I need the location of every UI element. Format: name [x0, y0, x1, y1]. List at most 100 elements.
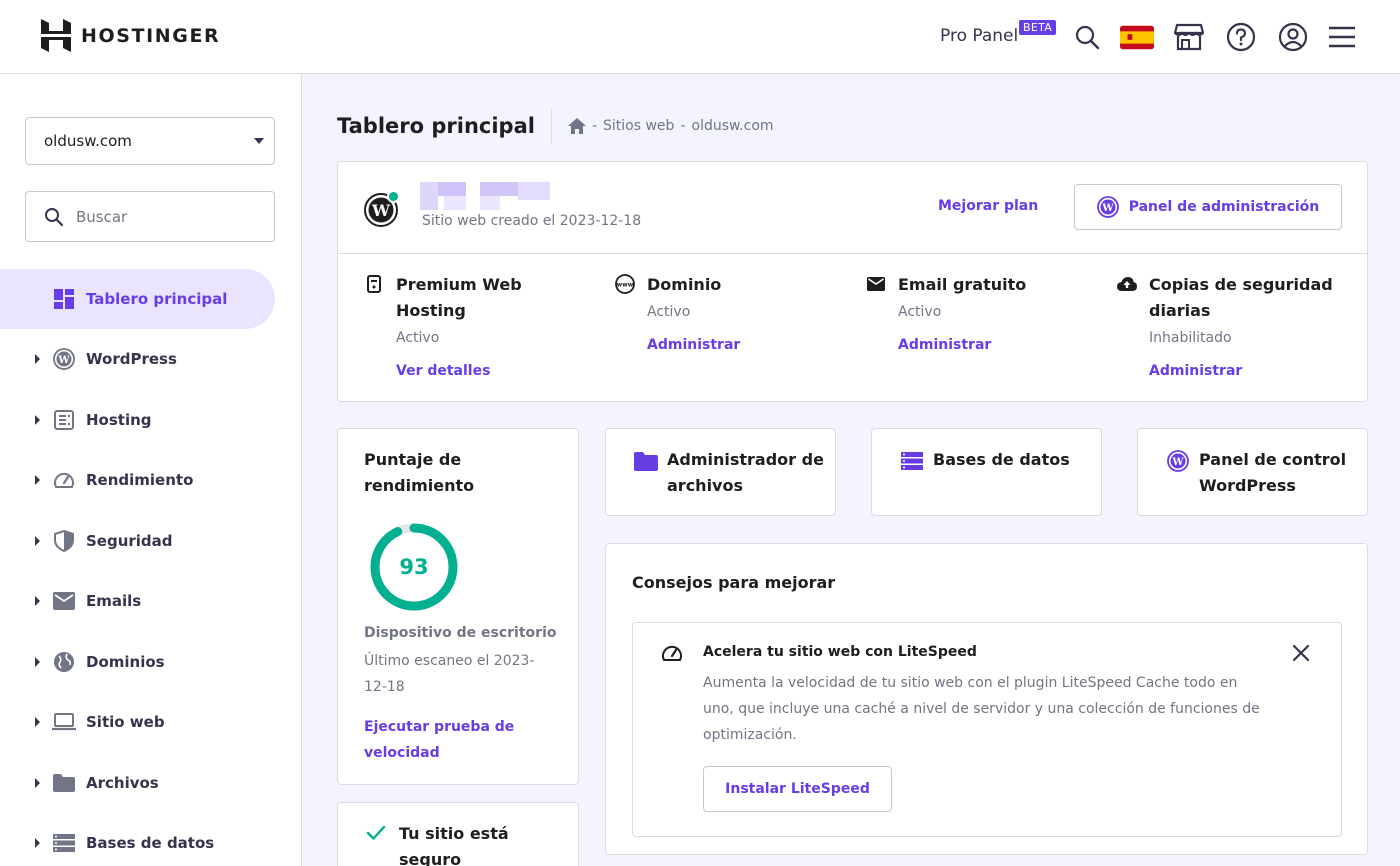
shield-icon	[52, 529, 76, 553]
feature-status: Activo	[647, 304, 691, 320]
blurred-site-name	[420, 182, 550, 210]
sidebar-item-databases[interactable]: Bases de datos	[0, 813, 275, 866]
caret-right-icon	[35, 475, 40, 485]
tile-label: Panel de control WordPress	[1199, 450, 1347, 495]
sidebar-item-dashboard[interactable]: Tablero principal	[0, 269, 275, 329]
search-icon[interactable]	[1070, 20, 1104, 54]
server-icon	[52, 408, 76, 432]
caret-right-icon	[35, 536, 40, 546]
sidebar-item-label: Hosting	[86, 411, 152, 429]
performance-device: Dispositivo de escritorio	[364, 625, 557, 641]
manage-backups-link[interactable]: Administrar	[1149, 363, 1242, 379]
globe-icon	[52, 650, 76, 674]
databases-tile[interactable]: Bases de datos	[871, 428, 1102, 516]
site-overview-card: W Sitio web creado el 2023-12-18 Mejorar…	[337, 161, 1368, 402]
upgrade-plan-link[interactable]: Mejorar plan	[938, 198, 1038, 214]
sidebar-item-website[interactable]: Sitio web	[0, 692, 275, 752]
sidebar-item-performance[interactable]: Rendimiento	[0, 450, 275, 510]
sidebar-item-label: Bases de datos	[86, 834, 215, 852]
run-speed-test-link[interactable]: Ejecutar prueba de velocidad	[364, 714, 554, 766]
help-icon[interactable]	[1224, 20, 1258, 54]
folder-icon	[634, 449, 658, 473]
view-details-link[interactable]: Ver detalles	[396, 363, 490, 379]
hostinger-logo[interactable]: HOSTINGER	[41, 19, 220, 52]
tile-label: Administrador de archivos	[667, 450, 824, 495]
caret-right-icon	[35, 596, 40, 606]
search-input[interactable]	[76, 207, 256, 226]
sidebar-item-label: Emails	[86, 592, 142, 610]
svg-text:W: W	[1171, 457, 1184, 468]
pro-panel-link[interactable]: Pro Panel	[940, 26, 1018, 46]
store-icon[interactable]	[1172, 20, 1206, 54]
sidebar-item-security[interactable]: Seguridad	[0, 511, 275, 571]
svg-text:W: W	[1101, 203, 1114, 214]
wordpress-icon: W	[1166, 449, 1190, 473]
performance-title: Puntaje de rendimiento	[364, 450, 475, 495]
sidebar-item-label: Dominios	[86, 653, 165, 671]
svg-text:W: W	[57, 355, 70, 366]
close-icon[interactable]	[1289, 641, 1313, 665]
search-icon	[45, 207, 64, 226]
site-overview-header: W Sitio web creado el 2023-12-18 Mejorar…	[338, 162, 1367, 254]
performance-card: Puntaje de rendimiento 93 Dispositivo de…	[337, 428, 579, 785]
sidebar-item-files[interactable]: Archivos	[0, 753, 275, 813]
sidebar-search[interactable]	[25, 191, 275, 242]
caret-right-icon	[35, 778, 40, 788]
brand-name: HOSTINGER	[81, 24, 221, 47]
last-scan-date: Último escaneo el 2023-12-18	[364, 653, 535, 695]
tip-description: Aumenta la velocidad de tu sitio web con…	[703, 675, 1260, 743]
site-select[interactable]: oldusw.com	[25, 117, 275, 165]
breadcrumb-separator: -	[680, 118, 686, 134]
status-dot	[387, 190, 400, 203]
hostinger-logo-icon	[41, 19, 71, 52]
mail-icon	[52, 589, 76, 613]
install-litespeed-button[interactable]: Instalar LiteSpeed	[703, 766, 892, 812]
chevron-down-icon	[254, 138, 264, 144]
wordpress-panel-tile[interactable]: W Panel de control WordPress	[1137, 428, 1368, 516]
sidebar-item-label: Rendimiento	[86, 471, 194, 489]
checkmark-icon	[366, 825, 386, 840]
caret-right-icon	[35, 838, 40, 848]
top-bar: HOSTINGER Pro Panel BETA	[0, 0, 1400, 74]
sidebar-item-domains[interactable]: Dominios	[0, 632, 275, 692]
feature-status: Inhabilitado	[1149, 330, 1232, 346]
hosting-plan-icon	[364, 274, 384, 294]
sidebar-item-label: Tablero principal	[86, 290, 228, 308]
breadcrumb-separator: -	[591, 118, 598, 134]
site-created-date: Sitio web creado el 2023-12-18	[422, 213, 642, 229]
home-icon[interactable]	[567, 118, 586, 134]
flag-spain-icon[interactable]	[1120, 20, 1154, 54]
sidebar-item-hosting[interactable]: Hosting	[0, 390, 275, 450]
page-header: Tablero principal - Sitios web - oldusw.…	[337, 108, 774, 144]
database-icon	[900, 449, 924, 473]
svg-text:www: www	[617, 282, 634, 289]
manage-email-link[interactable]: Administrar	[898, 337, 991, 353]
envelope-icon	[866, 274, 886, 294]
sidebar-item-label: Archivos	[86, 774, 159, 792]
database-icon	[52, 831, 76, 855]
site-select-value: oldusw.com	[44, 132, 132, 150]
breadcrumb-sites[interactable]: Sitios web	[603, 118, 674, 134]
manage-domain-link[interactable]: Administrar	[647, 337, 740, 353]
beta-badge: BETA	[1019, 20, 1057, 35]
sidebar-item-wordpress[interactable]: W WordPress	[0, 329, 275, 389]
tip-title: Acelera tu sitio web con LiteSpeed	[703, 644, 977, 660]
feature-title: Email gratuito	[898, 275, 1027, 294]
install-litespeed-label: Instalar LiteSpeed	[725, 781, 870, 797]
dashboard-icon	[52, 287, 76, 311]
security-status: Tu sitio está seguro	[399, 824, 509, 866]
speedometer-icon	[52, 468, 76, 492]
wordpress-icon: W	[52, 347, 76, 371]
account-icon[interactable]	[1276, 20, 1310, 54]
file-manager-tile[interactable]: Administrador de archivos	[605, 428, 836, 516]
admin-panel-button[interactable]: W Panel de administración	[1074, 184, 1342, 230]
cloud-upload-icon	[1117, 274, 1137, 294]
header-divider	[550, 108, 552, 144]
tips-card: Consejos para mejorar Acelera tu sitio w…	[605, 543, 1368, 855]
sidebar-item-label: Seguridad	[86, 532, 173, 550]
feature-title: Premium Web Hosting	[396, 275, 522, 320]
sidebar-item-emails[interactable]: Emails	[0, 571, 275, 631]
feature-status: Activo	[396, 330, 440, 346]
breadcrumb-domain: oldusw.com	[691, 118, 774, 134]
menu-icon[interactable]	[1325, 20, 1359, 54]
